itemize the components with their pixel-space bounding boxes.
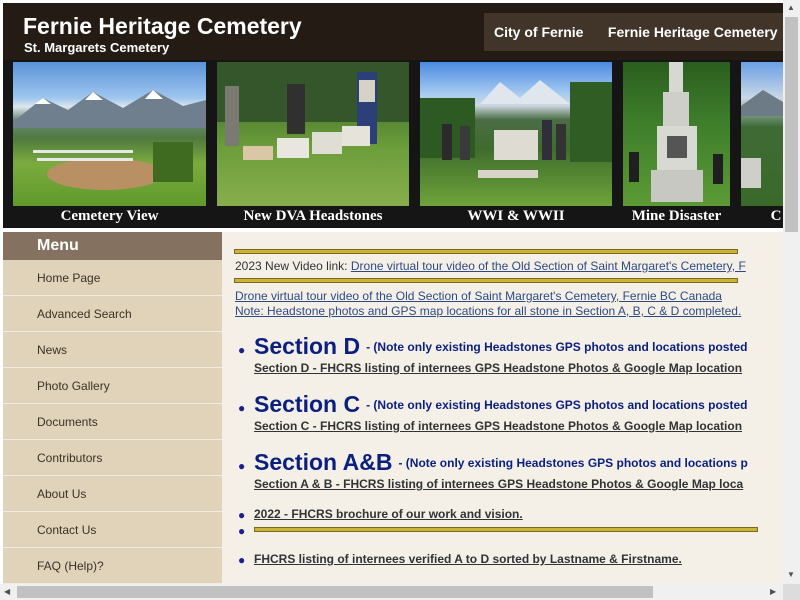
- scroll-down-icon[interactable]: ▼: [787, 570, 795, 579]
- scroll-left-icon[interactable]: ◀: [4, 587, 10, 596]
- sidebar-menu: Menu Home Page Advanced Search News Phot…: [3, 232, 222, 584]
- section-c-note: - (Note only existing Headstones GPS pho…: [366, 398, 748, 412]
- wwi-wwii-photo[interactable]: [420, 62, 612, 206]
- menu-item-contact-us[interactable]: Contact Us: [3, 512, 222, 548]
- divider-rule: [234, 278, 738, 283]
- top-navigation: City of Fernie Fernie Heritage Cemetery …: [484, 13, 783, 51]
- nav-fernie-heritage-cemetery[interactable]: Fernie Heritage Cemetery: [598, 13, 778, 51]
- section-d-note: - (Note only existing Headstones GPS pho…: [366, 340, 748, 354]
- scroll-right-icon[interactable]: ▶: [770, 587, 776, 596]
- section-c-heading[interactable]: Section C - (Note only existing Headstone…: [254, 391, 747, 418]
- new-dva-headstones-photo[interactable]: [217, 62, 409, 206]
- bullet-icon: ●: [238, 508, 246, 522]
- menu-item-photo-gallery[interactable]: Photo Gallery: [3, 368, 222, 404]
- section-d-heading[interactable]: Section D - (Note only existing Headstone…: [254, 333, 747, 360]
- nav-city-of-fernie[interactable]: City of Fernie: [484, 13, 583, 51]
- caption-new-dva-headstones: New DVA Headstones: [243, 208, 383, 224]
- section-c-listing-link[interactable]: Section C - FHCRS listing of internees G…: [254, 419, 742, 433]
- bullet-icon: ●: [238, 401, 246, 415]
- scrollbar-corner: [783, 584, 800, 600]
- divider-rule: [234, 249, 738, 254]
- drone-video-link[interactable]: Drone virtual tour video of the Old Sect…: [351, 259, 746, 273]
- vertical-scrollbar[interactable]: ▲ ▼: [783, 0, 800, 584]
- main-content: 2023 New Video link: Drone virtual tour …: [222, 232, 783, 584]
- scroll-up-icon[interactable]: ▲: [787, 3, 795, 12]
- bullet-icon: ●: [238, 524, 246, 538]
- caption-truncated: C: [770, 208, 782, 224]
- menu-item-news[interactable]: News: [3, 332, 222, 368]
- brochure-link[interactable]: 2022 - FHCRS brochure of our work and vi…: [254, 507, 523, 521]
- caption-mine-disaster: Mine Disaster: [631, 208, 722, 224]
- section-ab-heading[interactable]: Section A&B - (Note only existing Headsto…: [254, 449, 748, 476]
- partial-photo[interactable]: [741, 62, 783, 206]
- wwi-wwii-illustration: [420, 80, 612, 178]
- cemetery-view-photo[interactable]: [13, 62, 206, 206]
- bullet-icon: ●: [238, 343, 246, 357]
- site-title[interactable]: Fernie Heritage Cemetery: [23, 13, 302, 40]
- video-link-line: 2023 New Video link: Drone virtual tour …: [235, 259, 746, 273]
- divider-rule: [254, 527, 758, 532]
- menu-item-contributors[interactable]: Contributors: [3, 440, 222, 476]
- section-c-title[interactable]: Section C: [254, 391, 360, 417]
- horizontal-scrollbar[interactable]: ◀ ▶: [0, 584, 783, 600]
- menu-title: Menu: [3, 232, 222, 260]
- mine-disaster-monument-illustration: [629, 62, 723, 202]
- vertical-scroll-thumb[interactable]: [785, 17, 798, 232]
- section-d-listing-link[interactable]: Section D - FHCRS listing of internees G…: [254, 361, 742, 375]
- cemetery-view-illustration: [13, 90, 206, 190]
- menu-item-advanced-search[interactable]: Advanced Search: [3, 296, 222, 332]
- section-ab-title[interactable]: Section A&B: [254, 449, 392, 475]
- site-header: Fernie Heritage Cemetery St. Margarets C…: [3, 3, 783, 60]
- menu-item-home-page[interactable]: Home Page: [3, 260, 222, 296]
- caption-wwi-wwii: WWI & WWII: [467, 208, 565, 224]
- partial-photo-illustration: [741, 90, 783, 188]
- new-dva-headstones-illustration: [217, 62, 409, 160]
- section-d-title[interactable]: Section D: [254, 333, 360, 359]
- caption-cemetery-view: Cemetery View: [60, 208, 159, 224]
- verified-listing-link[interactable]: FHCRS listing of internees verified A to…: [254, 552, 682, 566]
- section-ab-listing-link[interactable]: Section A & B - FHCRS listing of interne…: [254, 477, 743, 491]
- horizontal-scroll-thumb[interactable]: [17, 586, 653, 598]
- section-ab-note: - (Note only existing Headstones GPS pho…: [398, 456, 748, 470]
- menu-item-documents[interactable]: Documents: [3, 404, 222, 440]
- bullet-icon: ●: [238, 459, 246, 473]
- video-link-prefix: 2023 New Video link:: [235, 259, 351, 273]
- headstone-note-link[interactable]: Note: Headstone photos and GPS map locat…: [235, 304, 741, 318]
- mine-disaster-photo[interactable]: [623, 62, 730, 206]
- menu-item-faq[interactable]: FAQ (Help)?: [3, 548, 222, 584]
- bullet-icon: ●: [238, 553, 246, 567]
- menu-item-about-us[interactable]: About Us: [3, 476, 222, 512]
- photo-banner: Cemetery View New DVA Headstones WWI & W…: [3, 60, 783, 228]
- drone-video-link-2[interactable]: Drone virtual tour video of the Old Sect…: [235, 289, 722, 303]
- site-subtitle: St. Margarets Cemetery: [24, 40, 170, 55]
